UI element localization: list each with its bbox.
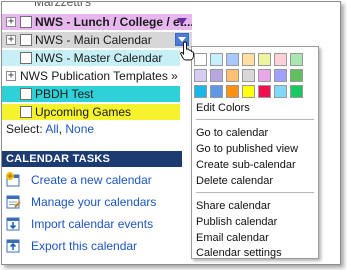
color-swatch[interactable] (226, 69, 239, 82)
calendar-row-pbdh-test[interactable]: PBDH Test (2, 86, 180, 102)
color-swatch[interactable] (290, 69, 303, 82)
menu-item-delete-calendar[interactable]: Delete calendar (196, 174, 273, 189)
calendar-row-cut: Marzzetti's (2, 1, 202, 10)
task-link[interactable]: Create a new calendar (31, 170, 152, 190)
menu-item-calendar-settings[interactable]: Calendar settings (196, 246, 282, 261)
menu-item-go-to-calendar[interactable]: Go to calendar (196, 126, 268, 141)
chevron-down-icon[interactable] (175, 15, 189, 28)
calendar-row-upcoming-games[interactable]: Upcoming Games (2, 104, 180, 120)
color-swatch-grid (194, 53, 316, 98)
calendar-row-nws-main[interactable]: + NWS - Main Calendar (2, 32, 192, 48)
color-swatch[interactable] (242, 53, 255, 66)
expand-toggle-icon[interactable]: + (6, 71, 16, 81)
color-swatch[interactable] (210, 53, 223, 66)
calendar-label: NWS - Lunch / College / et... (35, 15, 192, 29)
color-swatch[interactable] (274, 69, 287, 82)
color-swatch[interactable] (290, 85, 303, 98)
calendar-label: PBDH Test (35, 87, 94, 101)
color-swatch[interactable] (194, 53, 207, 66)
color-swatch[interactable] (226, 85, 239, 98)
color-swatch[interactable] (226, 53, 239, 66)
menu-item-edit-colors[interactable]: Edit Colors (196, 101, 250, 116)
menu-item-share-calendar[interactable]: Share calendar (196, 199, 271, 214)
calendar-tasks-header: CALENDAR TASKS (2, 151, 182, 167)
color-swatch[interactable] (242, 85, 255, 98)
calendar-panel-window: Marzzetti's + NWS - Lunch / College / et… (1, 1, 341, 265)
calendar-plus-icon (6, 172, 20, 187)
calendar-label: NWS - Master Calendar (35, 51, 163, 65)
color-swatch[interactable] (258, 85, 271, 98)
calendar-checkbox[interactable] (20, 16, 32, 28)
calendar-row-nws-master[interactable]: NWS - Master Calendar (2, 50, 180, 66)
task-link[interactable]: Export this calendar (31, 236, 137, 256)
hand-cursor-icon (180, 41, 194, 61)
color-swatch[interactable] (194, 69, 207, 82)
calendar-label: NWS - Main Calendar (35, 33, 152, 47)
select-comma: , (58, 122, 63, 136)
menu-item-create-sub-calendar[interactable]: Create sub-calendar (196, 158, 296, 173)
expand-toggle-icon[interactable]: + (6, 35, 16, 45)
calendar-checkbox[interactable] (20, 52, 32, 64)
color-swatch[interactable] (290, 53, 303, 66)
calendar-row-nws-templates[interactable]: + NWS Publication Templates » (2, 68, 180, 84)
color-swatch[interactable] (242, 69, 255, 82)
task-link[interactable]: Import calendar events (31, 214, 153, 234)
calendar-import-icon (6, 217, 20, 231)
calendar-context-menu: Edit Colors Go to calendar Go to publish… (191, 46, 319, 259)
select-all-link[interactable]: All (45, 122, 58, 136)
select-none-link[interactable]: None (65, 122, 94, 136)
calendar-checkbox[interactable] (20, 88, 32, 100)
color-swatch[interactable] (274, 85, 287, 98)
calendar-label: Upcoming Games (35, 105, 132, 119)
color-swatch[interactable] (194, 85, 207, 98)
menu-item-go-to-published-view[interactable]: Go to published view (196, 142, 298, 157)
color-swatch[interactable] (210, 85, 223, 98)
calendar-label[interactable]: NWS Publication Templates » (20, 68, 178, 84)
color-swatch[interactable] (274, 53, 287, 66)
menu-separator (196, 192, 314, 193)
select-prefix: Select: (6, 122, 43, 136)
calendar-checkbox[interactable] (20, 106, 32, 118)
color-swatch[interactable] (210, 69, 223, 82)
calendar-manage-icon (6, 195, 21, 209)
calendar-label-cut: Marzzetti's (34, 1, 91, 9)
menu-separator (196, 119, 314, 120)
menu-item-publish-calendar[interactable]: Publish calendar (196, 215, 277, 230)
color-swatch[interactable] (258, 53, 271, 66)
expand-toggle-icon[interactable]: + (6, 17, 16, 27)
menu-item-email-calendar[interactable]: Email calendar (196, 231, 269, 246)
select-all-none: Select: All, None (6, 122, 94, 136)
calendar-row-nws-lunch[interactable]: + NWS - Lunch / College / et... (2, 14, 192, 30)
color-swatch[interactable] (258, 69, 271, 82)
calendar-export-icon (6, 239, 20, 253)
task-link[interactable]: Manage your calendars (31, 192, 156, 212)
calendar-checkbox[interactable] (20, 34, 32, 46)
